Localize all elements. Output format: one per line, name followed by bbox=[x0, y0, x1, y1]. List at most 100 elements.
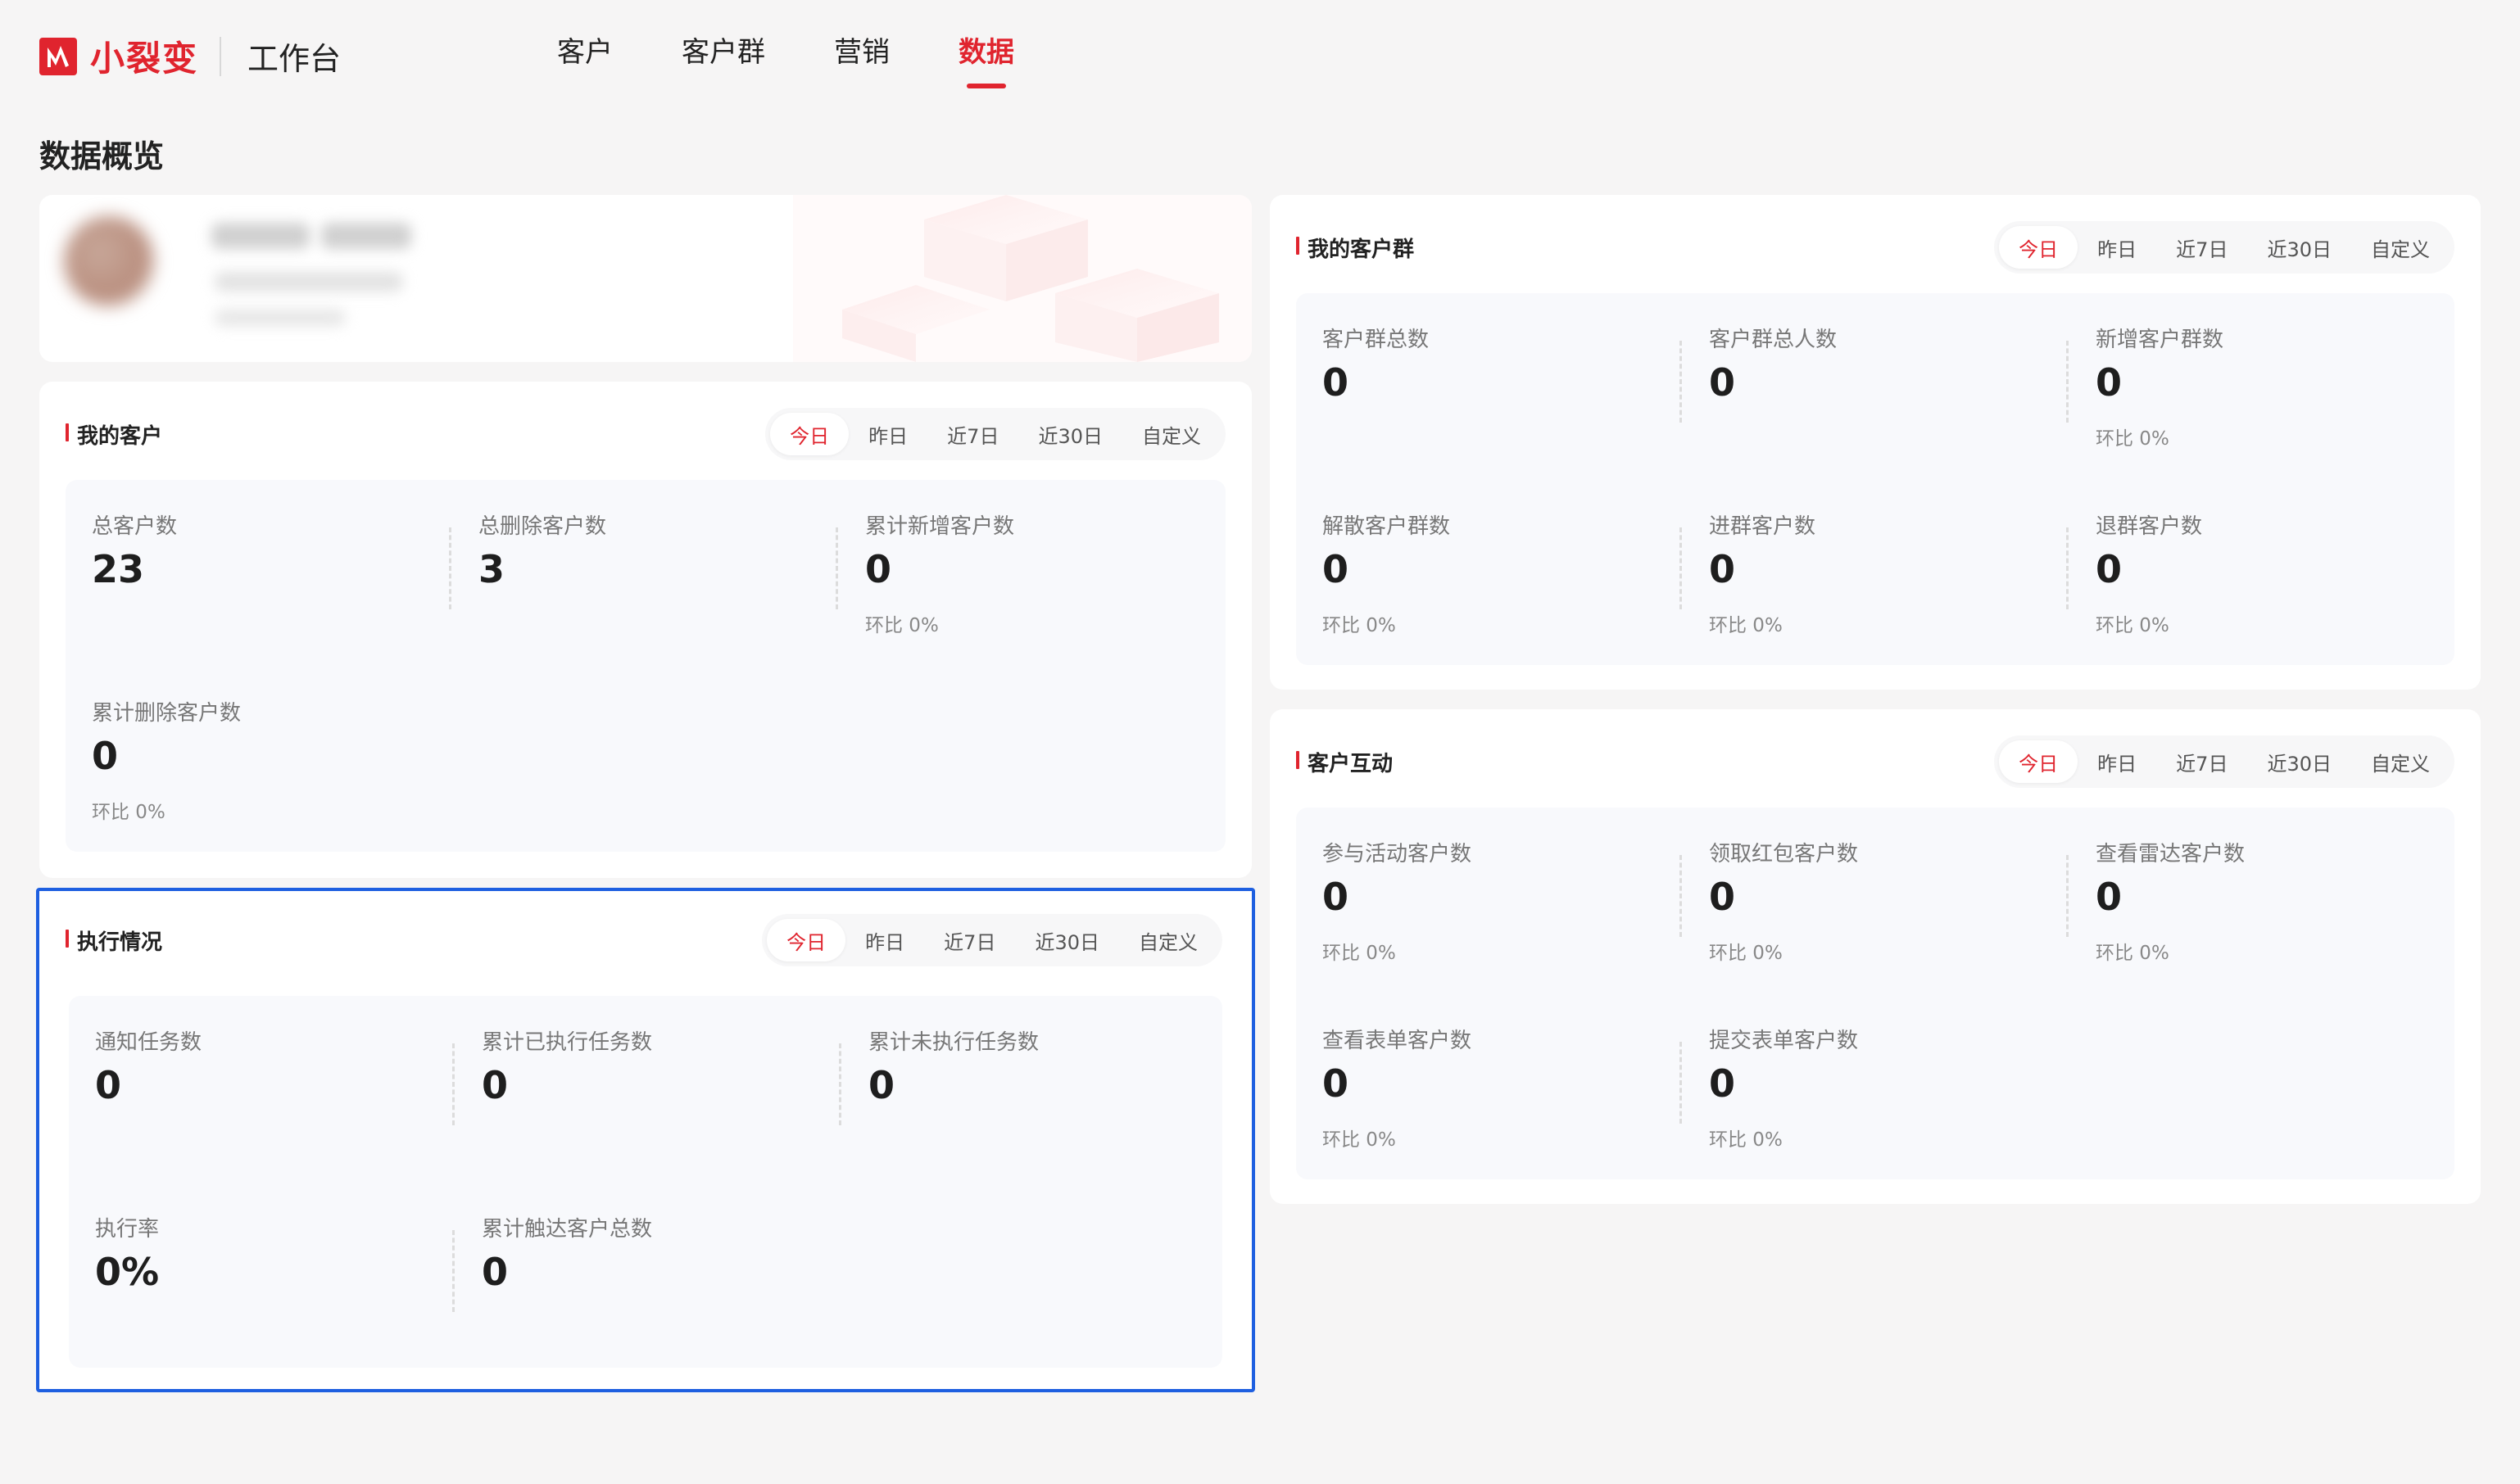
stat-item: 累计新增客户数 0 环比 0% bbox=[836, 509, 1226, 657]
stat-ratio: 环比 0% bbox=[1709, 1129, 1783, 1151]
tab-yesterday[interactable]: 昨日 bbox=[845, 919, 924, 961]
stat-item: 总客户数 23 bbox=[92, 509, 452, 657]
stat-item: 退群客户数 0 环比 0% bbox=[2066, 509, 2456, 657]
time-range-tabs: 今日 昨日 近7日 近30日 自定义 bbox=[1994, 735, 2454, 788]
stats-panel: 通知任务数 0 累计已执行任务数 0 累计未执行任务数 0 执行率 0% 累计触… bbox=[69, 996, 1222, 1368]
time-range-tabs: 今日 昨日 近7日 近30日 自定义 bbox=[762, 914, 1222, 966]
stat-label: 查看雷达客户数 bbox=[2096, 842, 2246, 866]
page-title: 数据概览 bbox=[39, 138, 165, 174]
tab-today[interactable]: 今日 bbox=[1999, 226, 2078, 269]
stat-value: 0% bbox=[95, 1250, 160, 1294]
tab-custom[interactable]: 自定义 bbox=[2351, 740, 2450, 783]
decorative-pattern bbox=[793, 195, 1252, 362]
logo-mark-icon bbox=[39, 37, 77, 75]
time-range-tabs: 今日 昨日 近7日 近30日 自定义 bbox=[1994, 221, 2454, 274]
stat-ratio: 环比 0% bbox=[865, 615, 939, 636]
stat-ratio: 环比 0% bbox=[1709, 943, 1783, 964]
stat-label: 解散客户群数 bbox=[1322, 514, 1451, 539]
nav-item-data[interactable]: 数据 bbox=[959, 29, 1014, 88]
stat-item: 总删除客户数 3 bbox=[449, 509, 839, 657]
blurred-name-2 bbox=[321, 223, 411, 249]
stat-item: 执行率 0% bbox=[95, 1212, 456, 1360]
tab-custom[interactable]: 自定义 bbox=[1119, 919, 1217, 961]
stat-item: 查看雷达客户数 0 环比 0% bbox=[2066, 837, 2456, 984]
stat-value: 0 bbox=[2096, 547, 2123, 591]
tab-yesterday[interactable]: 昨日 bbox=[2078, 740, 2156, 783]
stat-value: 0 bbox=[95, 1063, 122, 1107]
my-groups-card: 我的客户群 今日 昨日 近7日 近30日 自定义 客户群总数 0 客户群总人数 … bbox=[1270, 195, 2481, 690]
customer-interaction-card: 客户互动 今日 昨日 近7日 近30日 自定义 参与活动客户数 0 环比 0% … bbox=[1270, 709, 2481, 1204]
stat-ratio: 环比 0% bbox=[1709, 615, 1783, 636]
stats-panel: 参与活动客户数 0 环比 0% 领取红包客户数 0 环比 0% 查看雷达客户数 … bbox=[1296, 808, 2454, 1179]
stat-label: 客户群总数 bbox=[1322, 328, 1430, 352]
stat-label: 客户群总人数 bbox=[1709, 328, 1838, 352]
nav-item-marketing[interactable]: 营销 bbox=[834, 29, 890, 88]
stat-value: 0 bbox=[1709, 360, 1736, 405]
stats-panel: 总客户数 23 总删除客户数 3 累计新增客户数 0 环比 0% 累计删除客户数… bbox=[66, 480, 1226, 852]
tab-last-30-days[interactable]: 近30日 bbox=[1015, 919, 1119, 961]
stat-item: 累计未执行任务数 0 bbox=[839, 1025, 1229, 1173]
stat-label: 累计新增客户数 bbox=[865, 514, 1015, 539]
tab-today[interactable]: 今日 bbox=[770, 413, 850, 455]
stat-item: 提交表单客户数 0 环比 0% bbox=[1679, 1024, 2069, 1171]
stat-value: 0 bbox=[2096, 360, 2123, 405]
card-title: 我的客户群 bbox=[1296, 233, 1414, 263]
tab-last-30-days[interactable]: 近30日 bbox=[2247, 740, 2351, 783]
logo-divider bbox=[220, 36, 222, 76]
stat-ratio: 环比 0% bbox=[92, 802, 165, 823]
stat-value: 0 bbox=[482, 1250, 509, 1294]
stat-label: 执行率 bbox=[95, 1217, 160, 1242]
stat-label: 提交表单客户数 bbox=[1709, 1029, 1859, 1053]
stat-value: 0 bbox=[1322, 547, 1349, 591]
stat-item: 通知任务数 0 bbox=[95, 1025, 456, 1173]
stat-value: 0 bbox=[1709, 875, 1736, 919]
stat-item: 客户群总数 0 bbox=[1322, 323, 1683, 470]
stat-item: 进群客户数 0 环比 0% bbox=[1679, 509, 2069, 657]
tab-today[interactable]: 今日 bbox=[1999, 740, 2078, 783]
blurred-info bbox=[215, 272, 403, 292]
tab-last-30-days[interactable]: 近30日 bbox=[1018, 413, 1122, 455]
stat-label: 通知任务数 bbox=[95, 1030, 202, 1055]
nav-item-customers[interactable]: 客户 bbox=[557, 29, 613, 88]
stat-value: 0 bbox=[1709, 547, 1736, 591]
stat-value: 0 bbox=[482, 1063, 509, 1107]
stat-value: 3 bbox=[478, 547, 505, 591]
stat-value: 23 bbox=[92, 547, 145, 591]
stat-ratio: 环比 0% bbox=[1322, 943, 1396, 964]
tab-last-30-days[interactable]: 近30日 bbox=[2247, 226, 2351, 269]
workbench-label: 工作台 bbox=[247, 41, 342, 77]
tab-today[interactable]: 今日 bbox=[767, 919, 846, 961]
top-header: 小裂变 工作台 客户 客户群 营销 数据 bbox=[0, 0, 2520, 106]
stat-item: 客户群总人数 0 bbox=[1679, 323, 2069, 470]
stat-label: 领取红包客户数 bbox=[1709, 842, 1859, 866]
card-title: 客户互动 bbox=[1296, 747, 1393, 777]
stat-value: 0 bbox=[2096, 875, 2123, 919]
stat-label: 累计已执行任务数 bbox=[482, 1030, 653, 1055]
tab-last-7-days[interactable]: 近7日 bbox=[2156, 740, 2247, 783]
tab-last-7-days[interactable]: 近7日 bbox=[2156, 226, 2247, 269]
stat-ratio: 环比 0% bbox=[2096, 943, 2169, 964]
stat-value: 0 bbox=[1322, 875, 1349, 919]
tab-yesterday[interactable]: 昨日 bbox=[2078, 226, 2156, 269]
tab-last-7-days[interactable]: 近7日 bbox=[927, 413, 1018, 455]
brand-logo[interactable]: 小裂变 工作台 bbox=[39, 31, 341, 81]
tab-yesterday[interactable]: 昨日 bbox=[849, 413, 927, 455]
card-title: 我的客户 bbox=[66, 419, 162, 450]
tab-custom[interactable]: 自定义 bbox=[2351, 226, 2450, 269]
tab-last-7-days[interactable]: 近7日 bbox=[924, 919, 1015, 961]
tab-custom[interactable]: 自定义 bbox=[1122, 413, 1221, 455]
stat-label: 总客户数 bbox=[92, 514, 178, 539]
stat-label: 累计未执行任务数 bbox=[868, 1030, 1040, 1055]
stat-item: 累计触达客户总数 0 bbox=[452, 1212, 842, 1360]
stat-label: 总删除客户数 bbox=[478, 514, 607, 539]
stat-label: 退群客户数 bbox=[2096, 514, 2203, 539]
execution-card: 执行情况 今日 昨日 近7日 近30日 自定义 通知任务数 0 累计已执行任务数… bbox=[36, 888, 1255, 1392]
stat-value: 0 bbox=[865, 547, 892, 591]
brand-name: 小裂变 bbox=[90, 38, 199, 79]
stat-label: 参与活动客户数 bbox=[1322, 842, 1472, 866]
stat-label: 进群客户数 bbox=[1709, 514, 1816, 539]
stat-item: 累计删除客户数 0 环比 0% bbox=[92, 696, 452, 844]
stat-item: 累计已执行任务数 0 bbox=[452, 1025, 842, 1173]
stat-label: 累计触达客户总数 bbox=[482, 1217, 653, 1242]
nav-item-customer-groups[interactable]: 客户群 bbox=[682, 29, 765, 88]
